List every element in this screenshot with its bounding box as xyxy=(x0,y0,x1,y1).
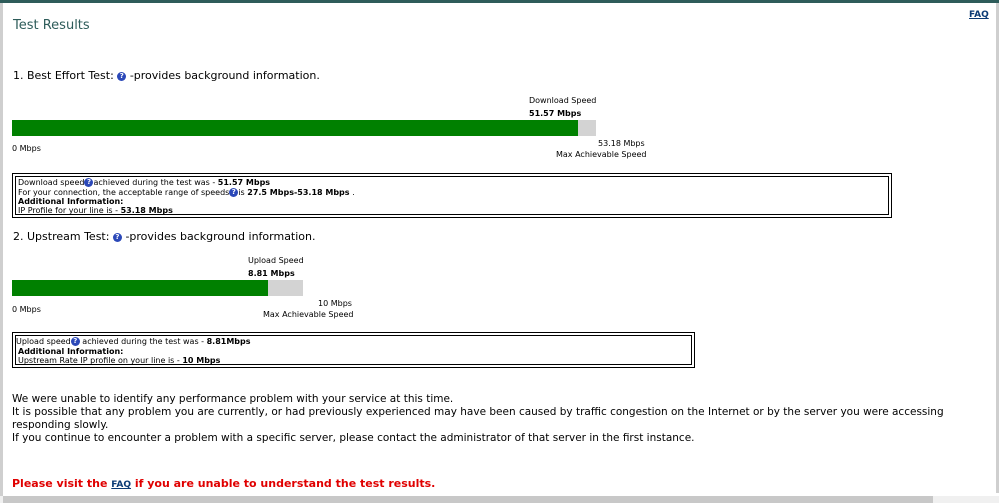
download-info-line4-value: 53.18 Mbps xyxy=(120,206,173,215)
help-icon[interactable]: ? xyxy=(112,233,122,242)
help-icon[interactable]: ? xyxy=(229,188,239,197)
download-speed-bar-fill xyxy=(12,120,578,136)
summary-line3: If you continue to encounter a problem w… xyxy=(12,432,695,444)
download-max-value: 53.18 Mbps xyxy=(598,139,645,148)
horizontal-scrollbar-thumb[interactable] xyxy=(3,496,933,503)
download-max-label: Max Achievable Speed xyxy=(556,150,647,159)
upload-info-line3-value: 10 Mbps xyxy=(182,356,221,365)
horizontal-scrollbar[interactable] xyxy=(0,496,999,503)
download-info-box: Download speed? achieved during the test … xyxy=(12,173,892,218)
footer-prefix: Please visit the xyxy=(12,477,112,490)
upload-info-line3-prefix: Upstream Rate IP profile on your line is… xyxy=(18,356,183,365)
upload-info-line3: Upstream Rate IP profile on your line is… xyxy=(18,355,220,366)
help-icon[interactable]: ? xyxy=(70,337,80,346)
download-info-line1-value: 51.57 Mbps xyxy=(217,178,271,187)
upload-speed-label: Upload Speed xyxy=(248,256,304,265)
download-info-line4-prefix: IP Profile for your line is - xyxy=(18,206,121,215)
download-info-line1-mid: achieved during the test was - xyxy=(93,178,218,187)
download-info-line1-prefix: Download speed xyxy=(18,178,85,187)
download-info-line2-suffix: . xyxy=(349,188,355,197)
upload-test-heading: 2. Upstream Test: ? -provides background… xyxy=(13,230,316,243)
faq-link-footer[interactable]: FAQ xyxy=(111,480,131,490)
download-info-line4: IP Profile for your line is - 53.18 Mbps xyxy=(18,205,173,216)
upload-min-label: 0 Mbps xyxy=(12,305,41,314)
upload-info-line1-mid: achieved during the test was - xyxy=(79,337,207,346)
download-speed-label: Download Speed xyxy=(529,96,597,105)
footer-note: Please visit the FAQ if you are unable t… xyxy=(12,477,435,490)
download-info-line2-value: 27.5 Mbps-53.18 Mbps xyxy=(247,188,350,197)
download-speed-value: 51.57 Mbps xyxy=(529,109,582,118)
help-icon[interactable]: ? xyxy=(117,72,127,81)
top-border xyxy=(0,0,999,3)
upload-heading-suffix: -provides background information. xyxy=(125,230,316,243)
download-speed-bar xyxy=(12,120,596,136)
download-info-line2-mid: is xyxy=(238,188,248,197)
summary-text: We were unable to identify any performan… xyxy=(12,393,982,445)
left-border xyxy=(0,3,3,503)
page-title: Test Results xyxy=(13,18,90,33)
upload-max-label: Max Achievable Speed xyxy=(263,310,354,319)
download-test-heading: 1. Best Effort Test: ? -provides backgro… xyxy=(13,69,320,82)
download-min-label: 0 Mbps xyxy=(12,144,41,153)
faq-link-top[interactable]: FAQ xyxy=(969,10,989,20)
upload-info-box: Upload speed? achieved during the test w… xyxy=(12,332,695,368)
download-heading-prefix: 1. Best Effort Test: xyxy=(13,69,114,82)
upload-info-line1-prefix: Upload speed xyxy=(16,337,71,346)
upload-info-line1-value: 8.81Mbps xyxy=(206,337,251,346)
summary-line1: We were unable to identify any performan… xyxy=(12,393,454,405)
download-heading-suffix: -provides background information. xyxy=(129,69,320,82)
upload-speed-bar-fill xyxy=(12,280,268,296)
upload-speed-bar xyxy=(12,280,303,296)
upload-heading-prefix: 2. Upstream Test: xyxy=(13,230,110,243)
footer-suffix: if you are unable to understand the test… xyxy=(131,477,436,490)
upload-max-value: 10 Mbps xyxy=(318,299,352,308)
upload-speed-value: 8.81 Mbps xyxy=(248,269,295,278)
summary-line2: It is possible that any problem you are … xyxy=(12,406,944,431)
